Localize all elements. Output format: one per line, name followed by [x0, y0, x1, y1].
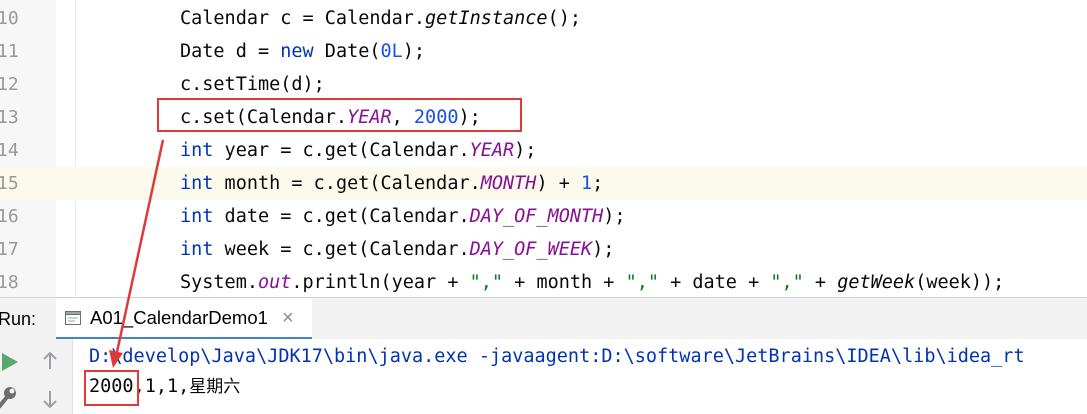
code-token: DAY_OF_WEEK — [469, 239, 593, 260]
code-token: new — [280, 41, 314, 62]
code-token: Date d = — [180, 41, 281, 62]
code-token: .println(year + — [291, 272, 470, 293]
output-weekday: 星期六 — [189, 377, 241, 397]
play-icon[interactable] — [0, 349, 22, 375]
code-line[interactable]: 18 System.out.println(year + "," + month … — [0, 266, 1087, 297]
output-rest: ,1,1, — [133, 376, 190, 397]
code-token: ); — [402, 41, 426, 62]
code-token: getWeek — [837, 272, 916, 293]
code-token: year = c.get(Calendar. — [213, 140, 470, 161]
code-line[interactable]: 16 int date = c.get(Calendar.DAY_OF_MONTH… — [0, 200, 1087, 233]
run-tool-window-header: Run: A01_CalendarDemo1 × — [0, 297, 1087, 340]
code-token: 0L — [380, 41, 403, 62]
ide-window: 10 Calendar c = Calendar.getInstance(); 11… — [0, 0, 1087, 414]
run-tab-label: A01_CalendarDemo1 — [90, 307, 268, 328]
console-window-icon — [65, 311, 81, 325]
line-number: 18 — [0, 272, 19, 293]
code-token: "," — [469, 272, 504, 293]
run-toolbar — [0, 339, 73, 414]
code-token: System. — [180, 272, 258, 293]
code-token: (); — [547, 8, 581, 29]
code-token: date = c.get(Calendar. — [213, 206, 470, 227]
code-text: c.setTime(d); — [180, 68, 325, 101]
code-token: ) + — [536, 173, 581, 194]
run-label: Run: — [0, 309, 37, 329]
code-text: int year = c.get(Calendar.YEAR); — [180, 134, 536, 167]
arrow-down-icon[interactable] — [37, 386, 63, 412]
code-token: (week)); — [915, 272, 1005, 293]
line-number: 13 — [0, 107, 19, 128]
code-token: c.setTime(d); — [180, 74, 325, 95]
code-text: int date = c.get(Calendar.DAY_OF_MONTH); — [180, 200, 626, 233]
code-token: Calendar c = Calendar. — [180, 8, 426, 29]
code-text: int month = c.get(Calendar.MONTH) + 1; — [180, 167, 603, 200]
code-token: ); — [592, 239, 615, 260]
code-line[interactable]: 12 c.setTime(d); — [0, 68, 1087, 101]
code-token: Date( — [313, 41, 381, 62]
code-token: MONTH — [480, 173, 537, 194]
code-token: int — [180, 173, 214, 194]
code-text: Calendar c = Calendar.getInstance(); — [180, 2, 581, 35]
code-token: ; — [592, 173, 604, 194]
line-number: 15 — [0, 173, 19, 194]
code-token: month = c.get(Calendar. — [213, 173, 481, 194]
code-token: "," — [770, 272, 804, 293]
code-token: "," — [625, 272, 659, 293]
code-token: out — [257, 272, 292, 293]
line-number: 16 — [0, 206, 19, 227]
highlight-box-set-year — [157, 98, 522, 132]
line-number: 14 — [0, 140, 19, 161]
line-number: 11 — [0, 41, 19, 62]
console-output[interactable]: D:\develop\Java\JDK17\bin\java.exe -java… — [73, 339, 1087, 414]
code-token: DAY_OF_MONTH — [469, 206, 604, 227]
code-line[interactable]: 15 int month = c.get(Calendar.MONTH) + 1; — [0, 167, 1087, 200]
wrench-icon[interactable] — [0, 385, 20, 411]
code-text: System.out.println(year + "," + month + … — [180, 266, 1004, 297]
code-token: YEAR — [469, 140, 515, 161]
run-tab-a01-calendardemo1[interactable]: A01_CalendarDemo1 × — [56, 298, 312, 340]
close-icon[interactable]: × — [282, 298, 294, 338]
code-line[interactable]: 14 int year = c.get(Calendar.YEAR); — [0, 134, 1087, 167]
code-line[interactable]: 17 int week = c.get(Calendar.DAY_OF_WEEK)… — [0, 233, 1087, 266]
code-line[interactable]: 11 Date d = new Date(0L); — [0, 35, 1087, 68]
line-number: 10 — [0, 8, 19, 29]
code-token: ); — [514, 140, 537, 161]
code-text: int week = c.get(Calendar.DAY_OF_WEEK); — [180, 233, 614, 266]
code-token: + — [803, 272, 838, 293]
line-number: 17 — [0, 239, 19, 260]
code-token: + date + — [658, 272, 771, 293]
code-line[interactable]: 10 Calendar c = Calendar.getInstance(); — [0, 2, 1087, 35]
code-editor[interactable]: 10 Calendar c = Calendar.getInstance(); 11… — [0, 0, 1087, 297]
code-token: int — [180, 206, 214, 227]
code-token: ); — [603, 206, 626, 227]
code-token: week = c.get(Calendar. — [213, 239, 470, 260]
highlight-box-output-year — [84, 370, 139, 406]
console-command-line: D:\develop\Java\JDK17\bin\java.exe -java… — [89, 346, 1025, 367]
line-number: 12 — [0, 74, 19, 95]
code-token: int — [180, 239, 214, 260]
code-token: int — [180, 140, 214, 161]
code-token: getInstance — [425, 8, 548, 29]
code-token: 1 — [581, 173, 593, 194]
arrow-up-icon[interactable] — [37, 348, 63, 374]
code-token: + month + — [503, 272, 626, 293]
code-text: Date d = new Date(0L); — [180, 35, 425, 68]
